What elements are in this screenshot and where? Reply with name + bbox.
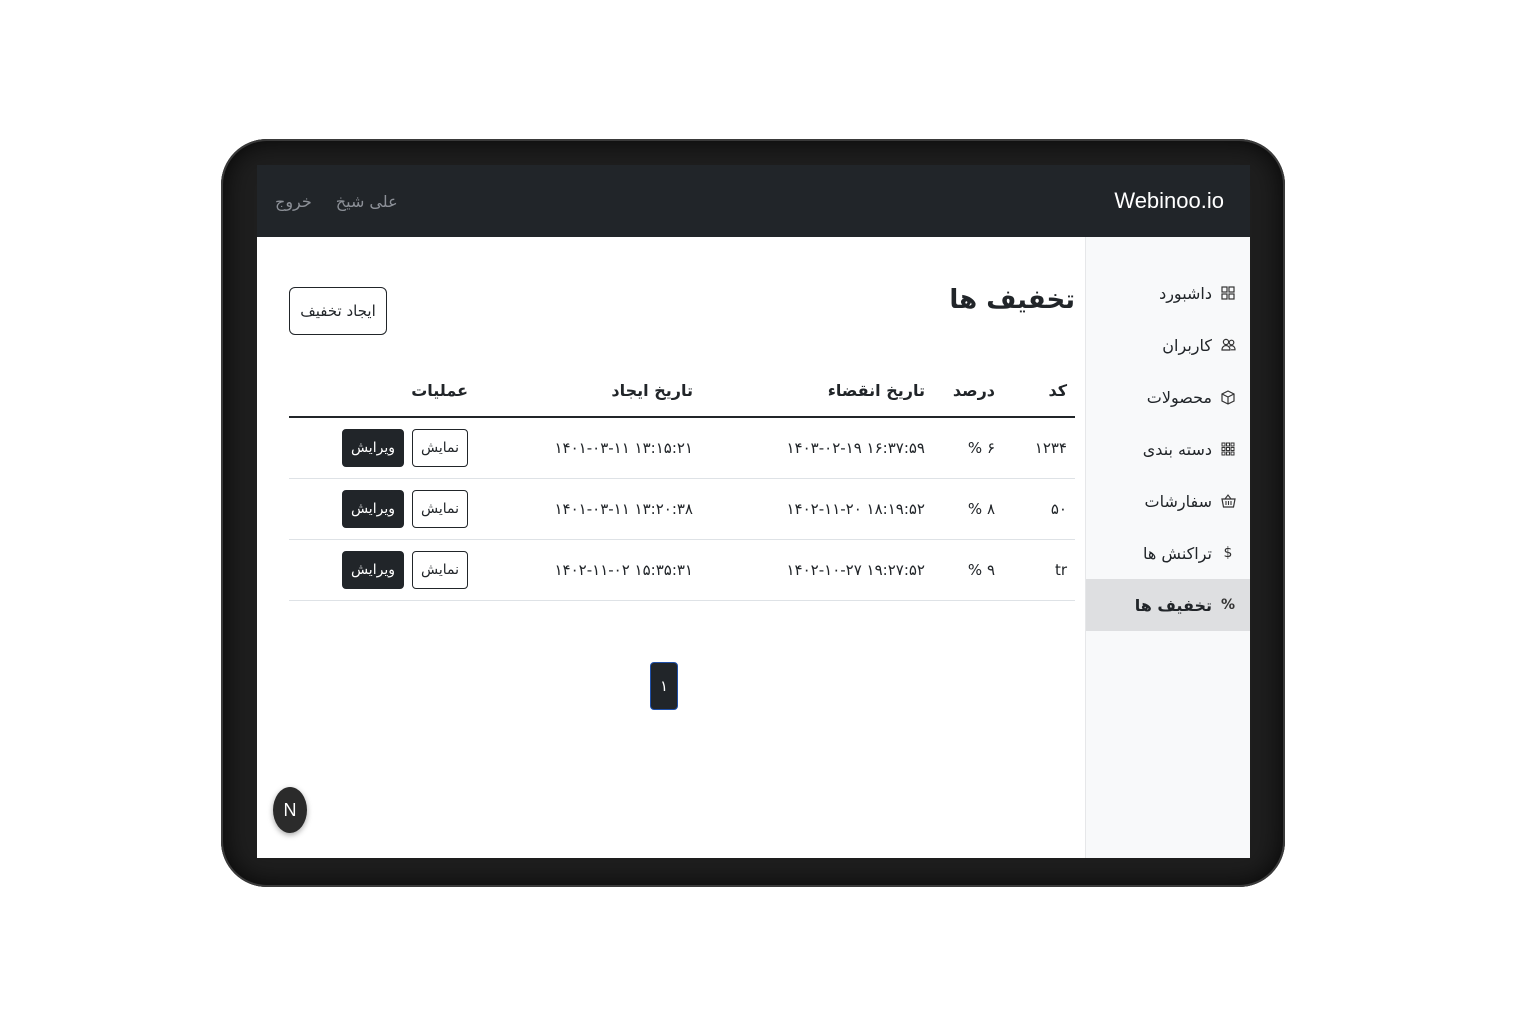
dollar-icon: $ — [1223, 545, 1233, 561]
header-percent: درصد — [933, 365, 1003, 418]
brand-logo[interactable]: Webinoo.io — [1114, 188, 1224, 214]
sidebar: داشبورد کاربران محصولات دسته بندی سفارشا… — [1085, 237, 1250, 858]
page-title: تخفیف ها — [949, 285, 1075, 315]
sidebar-item-products[interactable]: محصولات — [1086, 371, 1250, 423]
box-icon — [1220, 389, 1236, 405]
sidebar-item-transactions[interactable]: $ تراکنش ها — [1086, 527, 1250, 579]
sidebar-item-label: دسته بندی — [1142, 439, 1212, 459]
sidebar-item-categories[interactable]: دسته بندی — [1086, 423, 1250, 475]
top-navbar: Webinoo.io علی شیخ خروج — [257, 165, 1250, 237]
sidebar-item-label: تخفیف ها — [1134, 595, 1212, 615]
header-operations: عملیات — [289, 365, 476, 418]
view-button[interactable]: نمایش — [411, 489, 468, 528]
cell-code: ۵۰ — [1003, 478, 1075, 540]
cell-created-date: ۱۴۰۱-۰۳-۱۱ ۱۳:۱۵:۲۱ — [476, 417, 701, 479]
sidebar-item-orders[interactable]: سفارشات — [1086, 475, 1250, 527]
edit-button[interactable]: ویرایش — [341, 550, 404, 589]
header-code: کد — [1003, 365, 1075, 418]
sidebar-item-label: سفارشات — [1144, 491, 1212, 511]
user-menu: علی شیخ خروج — [275, 192, 398, 211]
cell-code: tr — [1003, 539, 1075, 601]
basket-icon — [1220, 494, 1236, 508]
n-badge-button[interactable]: N — [273, 787, 307, 833]
cell-percent: ۹ % — [933, 539, 1003, 601]
view-button[interactable]: نمایش — [411, 550, 468, 589]
table-row: tr ۹ % ۱۴۰۲-۱۰-۲۷ ۱۹:۲۷:۵۲ ۱۴۰۲-۱۱-۰۲ ۱۵… — [289, 539, 1075, 601]
sidebar-item-dashboard[interactable]: داشبورد — [1086, 267, 1250, 319]
header-expire-date: تاریخ انقضاء — [701, 365, 933, 418]
edit-button[interactable]: ویرایش — [341, 428, 404, 467]
cell-code: ۱۲۳۴ — [1003, 417, 1075, 479]
sidebar-item-discounts[interactable]: % تخفیف ها — [1086, 579, 1250, 631]
grid-icon — [1220, 286, 1236, 300]
edit-button[interactable]: ویرایش — [341, 489, 404, 528]
discounts-table: کد درصد تاریخ انقضاء تاریخ ایجاد عملیات … — [289, 365, 1075, 601]
cell-created-date: ۱۴۰۲-۱۱-۰۲ ۱۵:۳۵:۳۱ — [476, 539, 701, 601]
main-content: تخفیف ها ایجاد تخفیف کد درصد تاریخ انقضا… — [289, 237, 1075, 858]
apps-icon — [1220, 442, 1236, 456]
user-name-link[interactable]: علی شیخ — [336, 192, 398, 211]
cell-created-date: ۱۴۰۱-۰۳-۱۱ ۱۳:۲۰:۳۸ — [476, 478, 701, 540]
cell-percent: ۸ % — [933, 478, 1003, 540]
cell-percent: ۶ % — [933, 417, 1003, 479]
cell-expire-date: ۱۴۰۳-۰۲-۱۹ ۱۶:۳۷:۵۹ — [701, 417, 933, 479]
users-icon — [1220, 338, 1236, 352]
logout-link[interactable]: خروج — [275, 192, 312, 211]
percent-icon: % — [1220, 597, 1236, 613]
cell-operations: نمایش ویرایش — [289, 539, 476, 601]
app-screen: Webinoo.io علی شیخ خروج داشبورد کاربران … — [257, 165, 1250, 858]
cell-expire-date: ۱۴۰۲-۱۰-۲۷ ۱۹:۲۷:۵۲ — [701, 539, 933, 601]
header-created-date: تاریخ ایجاد — [476, 365, 701, 418]
cell-operations: نمایش ویرایش — [289, 478, 476, 540]
cell-expire-date: ۱۴۰۲-۱۱-۲۰ ۱۸:۱۹:۵۲ — [701, 478, 933, 540]
table-row: ۱۲۳۴ ۶ % ۱۴۰۳-۰۲-۱۹ ۱۶:۳۷:۵۹ ۱۴۰۱-۰۳-۱۱ … — [289, 417, 1075, 479]
sidebar-item-label: داشبورد — [1159, 283, 1212, 303]
table-row: ۵۰ ۸ % ۱۴۰۲-۱۱-۲۰ ۱۸:۱۹:۵۲ ۱۴۰۱-۰۳-۱۱ ۱۳… — [289, 478, 1075, 540]
sidebar-item-label: کاربران — [1162, 335, 1212, 355]
cell-operations: نمایش ویرایش — [289, 417, 476, 479]
create-discount-button[interactable]: ایجاد تخفیف — [289, 287, 387, 335]
view-button[interactable]: نمایش — [411, 428, 468, 467]
pagination-page-1[interactable]: ۱ — [650, 662, 678, 710]
sidebar-item-label: تراکنش ها — [1143, 543, 1212, 563]
sidebar-item-users[interactable]: کاربران — [1086, 319, 1250, 371]
sidebar-item-label: محصولات — [1146, 387, 1212, 407]
table-header-row: کد درصد تاریخ انقضاء تاریخ ایجاد عملیات — [289, 365, 1075, 418]
